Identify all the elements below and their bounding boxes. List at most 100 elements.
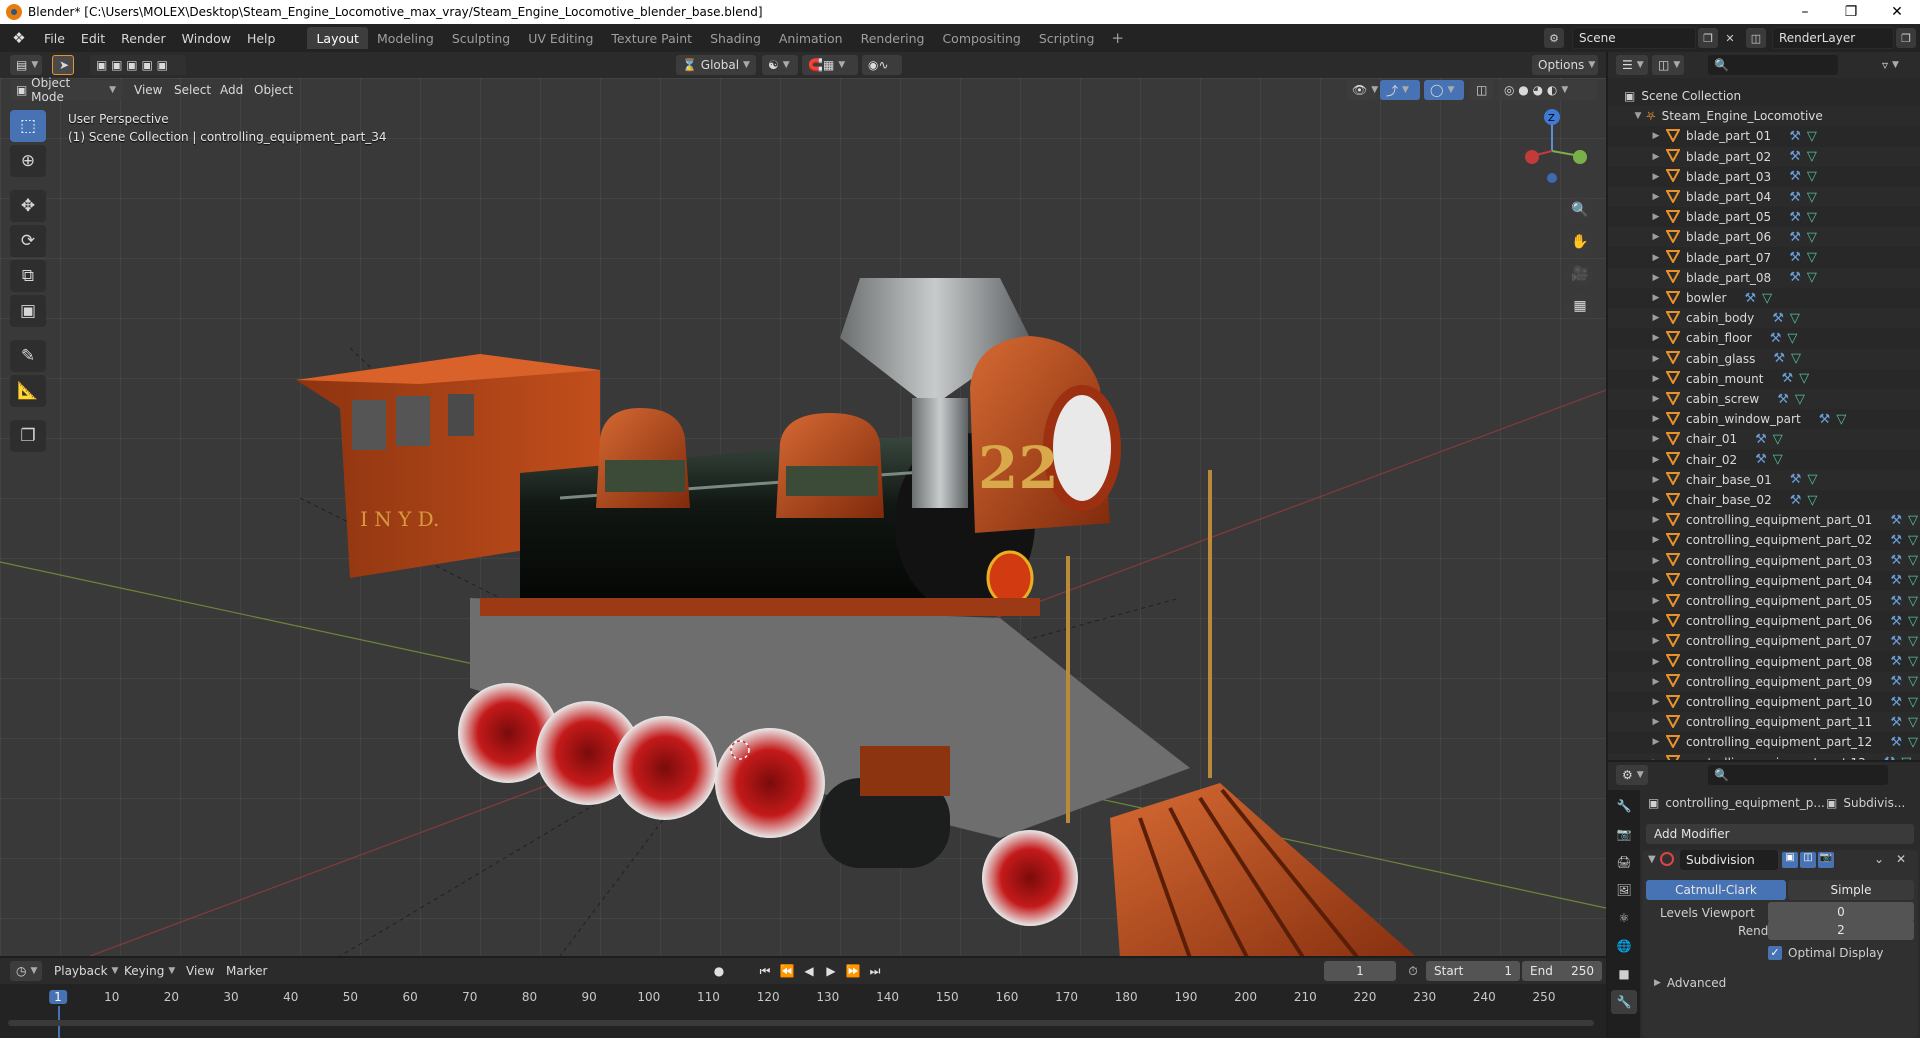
current-frame-field[interactable]: 1 [1324, 961, 1396, 981]
mesh-data-icon[interactable]: ▽ [1908, 735, 1918, 750]
proportional-edit-icon[interactable]: ◉∿ [862, 55, 902, 75]
expand-arrow-icon[interactable]: ▶ [1650, 192, 1662, 202]
modifier-wrench-icon[interactable]: ⚒ [1790, 472, 1802, 487]
scene-name-field[interactable]: Scene [1572, 27, 1696, 49]
object-tab-icon[interactable]: ■ [1611, 962, 1637, 986]
start-frame-field[interactable]: Start 1 [1426, 961, 1520, 981]
modifier-wrench-icon[interactable]: ⚒ [1789, 270, 1801, 285]
simple-button[interactable]: Simple [1788, 880, 1914, 900]
end-frame-field[interactable]: End 250 [1522, 961, 1602, 981]
modifier-wrench-icon[interactable]: ⚒ [1773, 351, 1785, 366]
mesh-data-icon[interactable]: ▽ [1807, 230, 1817, 245]
expand-arrow-icon[interactable]: ▶ [1650, 535, 1662, 545]
modifier-wrench-icon[interactable]: ⚒ [1890, 533, 1902, 548]
modifier-tab-icon[interactable]: 🔧 [1611, 990, 1637, 1014]
expand-arrow-icon[interactable]: ▶ [1650, 576, 1662, 586]
modifier-wrench-icon[interactable]: ⚒ [1790, 493, 1802, 508]
rotate-tool-icon[interactable]: ⟳ [10, 225, 46, 257]
modifier-wrench-icon[interactable]: ⚒ [1890, 594, 1902, 609]
edit-mode-toggle-icon[interactable]: ▣ [1782, 852, 1798, 868]
menu-render[interactable]: Render [113, 26, 174, 50]
mesh-data-icon[interactable]: ▽ [1773, 432, 1783, 447]
expand-arrow-icon[interactable]: ▶ [1650, 232, 1662, 242]
expand-arrow-icon[interactable]: ▶ [1650, 636, 1662, 646]
outliner-item[interactable]: ▶ chair_base_01 ⚒ ▽ [1608, 469, 1920, 490]
menu-file[interactable]: File [36, 26, 73, 50]
outliner-item[interactable]: ▶ controlling_equipment_part_07 ⚒ ▽ [1608, 631, 1920, 652]
outliner-collection[interactable]: ▼ ⛧ Steam_Engine_Locomotive [1608, 106, 1920, 127]
outliner-item[interactable]: ▶ controlling_equipment_part_04 ⚒ ▽ [1608, 571, 1920, 591]
modifier-wrench-icon[interactable]: ⚒ [1890, 614, 1902, 629]
filter-icon[interactable]: ▿ ▼ [1876, 55, 1910, 75]
mesh-data-icon[interactable]: ▽ [1908, 614, 1918, 629]
jump-start-icon[interactable]: ⏮ [756, 962, 774, 980]
mesh-data-icon[interactable]: ▽ [1795, 392, 1805, 407]
mesh-data-icon[interactable]: ▽ [1791, 351, 1801, 366]
expand-arrow-icon[interactable]: ▶ [1650, 717, 1662, 727]
tab-rendering[interactable]: Rendering [852, 27, 934, 49]
outliner-item[interactable]: ▶ controlling_equipment_part_01 ⚒ ▽ [1608, 510, 1920, 531]
expand-arrow-icon[interactable]: ▶ [1650, 677, 1662, 687]
timeline-menu-view[interactable]: View [186, 961, 214, 981]
3d-viewport[interactable]: I N Y D. 22 User Perspective (1) Scene C… [0, 78, 1606, 956]
mesh-data-icon[interactable]: ▽ [1807, 210, 1817, 225]
outliner-item[interactable]: ▶ controlling_equipment_part_09 ⚒ ▽ [1608, 671, 1920, 692]
mesh-data-icon[interactable]: ▽ [1836, 412, 1846, 427]
select-tool-icon[interactable]: ➤ [52, 55, 74, 75]
modifier-wrench-icon[interactable]: ⚒ [1890, 735, 1902, 750]
modifier-wrench-icon[interactable]: ⚒ [1890, 674, 1902, 689]
outliner-search-input[interactable]: 🔍 [1708, 55, 1838, 75]
panel-collapse-icon[interactable]: ▼ [1648, 854, 1656, 865]
modifier-wrench-icon[interactable]: ⚒ [1772, 311, 1784, 326]
timeline-menu-keying[interactable]: Keying ▼ [124, 961, 175, 981]
tab-compositing[interactable]: Compositing [933, 27, 1029, 49]
transform-tool-icon[interactable]: ▣ [10, 295, 46, 327]
play-icon[interactable]: ▶ [822, 962, 840, 980]
new-scene-icon[interactable]: ❐ [1698, 28, 1718, 48]
modifier-wrench-icon[interactable]: ⚒ [1744, 291, 1756, 306]
expand-arrow-icon[interactable]: ▶ [1650, 616, 1662, 626]
outliner-item[interactable]: ▶ chair_02 ⚒ ▽ [1608, 450, 1920, 470]
modifier-wrench-icon[interactable]: ⚒ [1789, 230, 1801, 245]
tool-tab-icon[interactable]: 🔧 [1611, 794, 1637, 818]
selection-mode-icons[interactable]: ▣ ▣ ▣ ▣ ▣ [90, 55, 186, 75]
viewport-toggle-icon[interactable]: ◫ [1800, 852, 1816, 868]
expand-arrow-icon[interactable]: ▶ [1650, 333, 1662, 343]
modifier-wrench-icon[interactable]: ⚒ [1890, 695, 1902, 710]
outliner-item[interactable]: ▶ controlling_equipment_part_11 ⚒ ▽ [1608, 712, 1920, 733]
modifier-wrench-icon[interactable]: ⚒ [1884, 755, 1896, 760]
modifier-wrench-icon[interactable]: ⚒ [1789, 169, 1801, 184]
outliner-item[interactable]: ▶ cabin_window_part ⚒ ▽ [1608, 409, 1920, 429]
outliner-item[interactable]: ▶ controlling equipment part 13 ⚒ ▽ [1608, 752, 1920, 760]
modifier-wrench-icon[interactable]: ⚒ [1789, 129, 1801, 144]
modifier-wrench-icon[interactable]: ⚒ [1890, 513, 1902, 528]
outliner-item[interactable]: ▶ controlling_equipment_part_06 ⚒ ▽ [1608, 611, 1920, 631]
pan-hand-icon[interactable]: ✋ [1566, 228, 1594, 256]
outliner-item[interactable]: ▶ blade_part_06 ⚒ ▽ [1608, 227, 1920, 248]
blender-logo-icon[interactable]: ❖ [8, 27, 30, 49]
minimize-icon[interactable]: – [1782, 0, 1828, 24]
modifier-wrench-icon[interactable]: ⚒ [1890, 715, 1902, 730]
catmull-clark-button[interactable]: Catmull-Clark [1646, 880, 1786, 900]
viewport-menu-add[interactable]: Add [220, 80, 243, 100]
modifier-wrench-icon[interactable]: ⚒ [1755, 432, 1767, 447]
outliner-item[interactable]: ▶ controlling_equipment_part_03 ⚒ ▽ [1608, 550, 1920, 571]
timeline-menu-playback[interactable]: Playback ▼ [54, 961, 118, 981]
transform-orientation-dropdown[interactable]: ⌛ Global ▼ [676, 55, 756, 75]
render-toggle-icon[interactable]: 📷 [1818, 852, 1834, 868]
scene-selector-icon[interactable]: ⚙ [1544, 28, 1564, 48]
orthographic-grid-icon[interactable]: ▦ [1566, 292, 1594, 320]
expand-arrow-icon[interactable]: ▶ [1650, 475, 1662, 485]
tab-animation[interactable]: Animation [770, 27, 852, 49]
expand-arrow-icon[interactable]: ▶ [1650, 596, 1662, 606]
select-box-tool-icon[interactable]: ⬚ [10, 110, 46, 142]
outliner-item[interactable]: ▶ blade_part_02 ⚒ ▽ [1608, 146, 1920, 167]
snap-icon[interactable]: 🧲▦ ▼ [802, 55, 858, 75]
mesh-data-icon[interactable]: ▽ [1908, 654, 1918, 669]
viewport-menu-view[interactable]: View [134, 80, 162, 100]
mesh-data-icon[interactable]: ▽ [1908, 634, 1918, 649]
prev-keyframe-icon[interactable]: ⏪ [778, 962, 796, 980]
new-view-layer-icon[interactable]: ❐ [1896, 28, 1916, 48]
menu-edit[interactable]: Edit [73, 26, 113, 50]
outliner-item[interactable]: ▶ blade_part_07 ⚒ ▽ [1608, 248, 1920, 268]
